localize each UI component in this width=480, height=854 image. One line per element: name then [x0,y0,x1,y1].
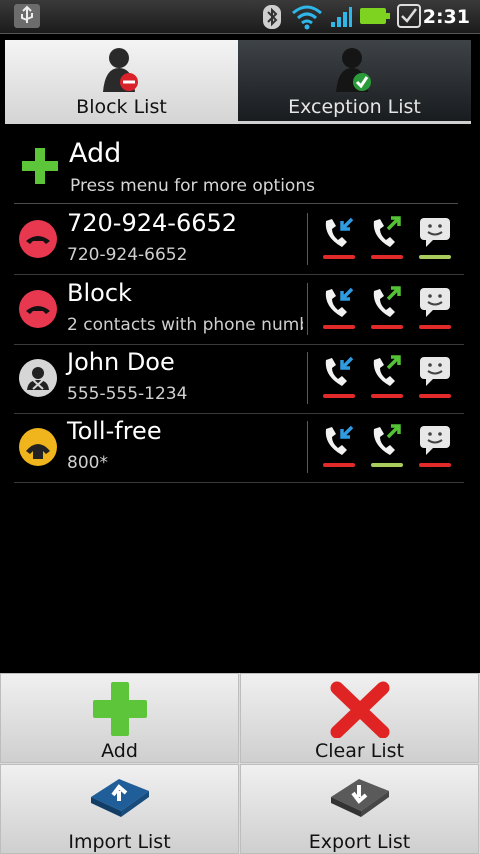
outgoing-call-icon [373,355,401,386]
divider [307,421,308,473]
signal-icon [331,7,352,27]
clear-x-icon [330,681,390,738]
incoming-call-icon [325,425,354,455]
list-item[interactable]: Block 2 contacts with phone numb [14,275,464,345]
menu-clear-list-button[interactable]: Clear List [240,673,479,763]
add-subtitle: Press menu for more options [70,176,315,196]
menu-add-button[interactable]: Add [0,673,239,763]
outgoing-status-bar [371,394,403,398]
incoming-status-bar [323,463,355,467]
outgoing-status-bar [371,255,403,259]
sms-status-bar [419,394,451,398]
outgoing-call-toggle[interactable] [370,354,404,398]
tab-block-list[interactable]: Block List [5,40,238,124]
divider [14,203,458,204]
incoming-status-bar [323,325,355,329]
outgoing-call-toggle[interactable] [370,423,404,467]
tab-label: Exception List [288,96,421,118]
battery-icon [360,8,390,24]
entry-detail: 555-555-1234 [67,384,188,404]
outgoing-status-bar [371,463,403,467]
sms-icon [420,426,450,455]
outgoing-call-icon [373,424,401,455]
outgoing-call-toggle[interactable] [370,285,404,329]
divider [307,213,308,265]
menu-export-list-button[interactable]: Export List [240,764,479,854]
entry-name: Block [67,279,132,307]
sms-icon [420,218,450,247]
incoming-status-bar [323,394,355,398]
outgoing-call-icon [373,216,401,247]
entry-name: Toll-free [67,417,162,445]
blocked-user-icon [103,48,138,92]
import-icon [91,779,149,817]
menu-label: Export List [308,831,411,853]
outgoing-call-icon [373,286,401,317]
entry-name: John Doe [67,348,175,376]
status-bar: 2:31 [0,0,480,34]
outgoing-call-toggle[interactable] [370,215,404,259]
add-title: Add [69,138,122,169]
wifi-icon [292,5,322,30]
plus-icon [22,148,58,184]
incoming-call-icon [325,356,354,386]
incoming-call-icon [325,217,354,247]
add-entry-row[interactable]: Add Press menu for more options [0,134,480,204]
allowed-user-icon [336,48,371,92]
block-phone-icon [19,290,57,328]
incoming-call-toggle[interactable] [322,285,356,329]
entry-detail: 2 contacts with phone numb [67,315,303,335]
sms-toggle[interactable] [418,423,452,467]
status-time: 2:31 [422,6,470,28]
menu-label: Import List [68,831,171,853]
outgoing-status-bar [371,325,403,329]
menu-import-list-button[interactable]: Import List [0,764,239,854]
entry-detail: 720-924-6652 [67,245,188,265]
tab-exception-list[interactable]: Exception List [238,40,471,124]
list-item[interactable]: Toll-free 800* [14,413,464,483]
sms-toggle[interactable] [418,354,452,398]
plus-icon [93,682,147,736]
sms-status-bar [419,463,451,467]
list-item[interactable]: 720-924-6652 720-924-6652 [14,205,464,275]
toll-free-icon [19,428,57,466]
entry-detail: 800* [67,453,108,473]
incoming-status-bar [323,255,355,259]
block-phone-icon [19,220,57,258]
menu-label: Clear List [315,740,404,762]
menu-label: Add [101,740,138,762]
incoming-call-icon [325,287,354,317]
options-menu: Add Clear List Import List Export List [0,673,480,854]
sms-icon [420,288,450,317]
notification-check-icon [397,4,421,28]
usb-icon [14,4,40,28]
sms-toggle[interactable] [418,215,452,259]
sms-icon [420,357,450,386]
list-item[interactable]: John Doe 555-555-1234 [14,344,464,414]
sms-status-bar [419,255,451,259]
incoming-call-toggle[interactable] [322,215,356,259]
contact-icon [19,359,57,397]
bluetooth-icon [263,5,281,29]
incoming-call-toggle[interactable] [322,354,356,398]
sms-status-bar [419,325,451,329]
tab-bar: Block List Exception List [5,40,471,124]
sms-toggle[interactable] [418,285,452,329]
divider [307,283,308,335]
export-icon [331,779,389,817]
entry-name: 720-924-6652 [67,209,238,237]
incoming-call-toggle[interactable] [322,423,356,467]
tab-label: Block List [76,96,167,118]
divider [307,352,308,404]
